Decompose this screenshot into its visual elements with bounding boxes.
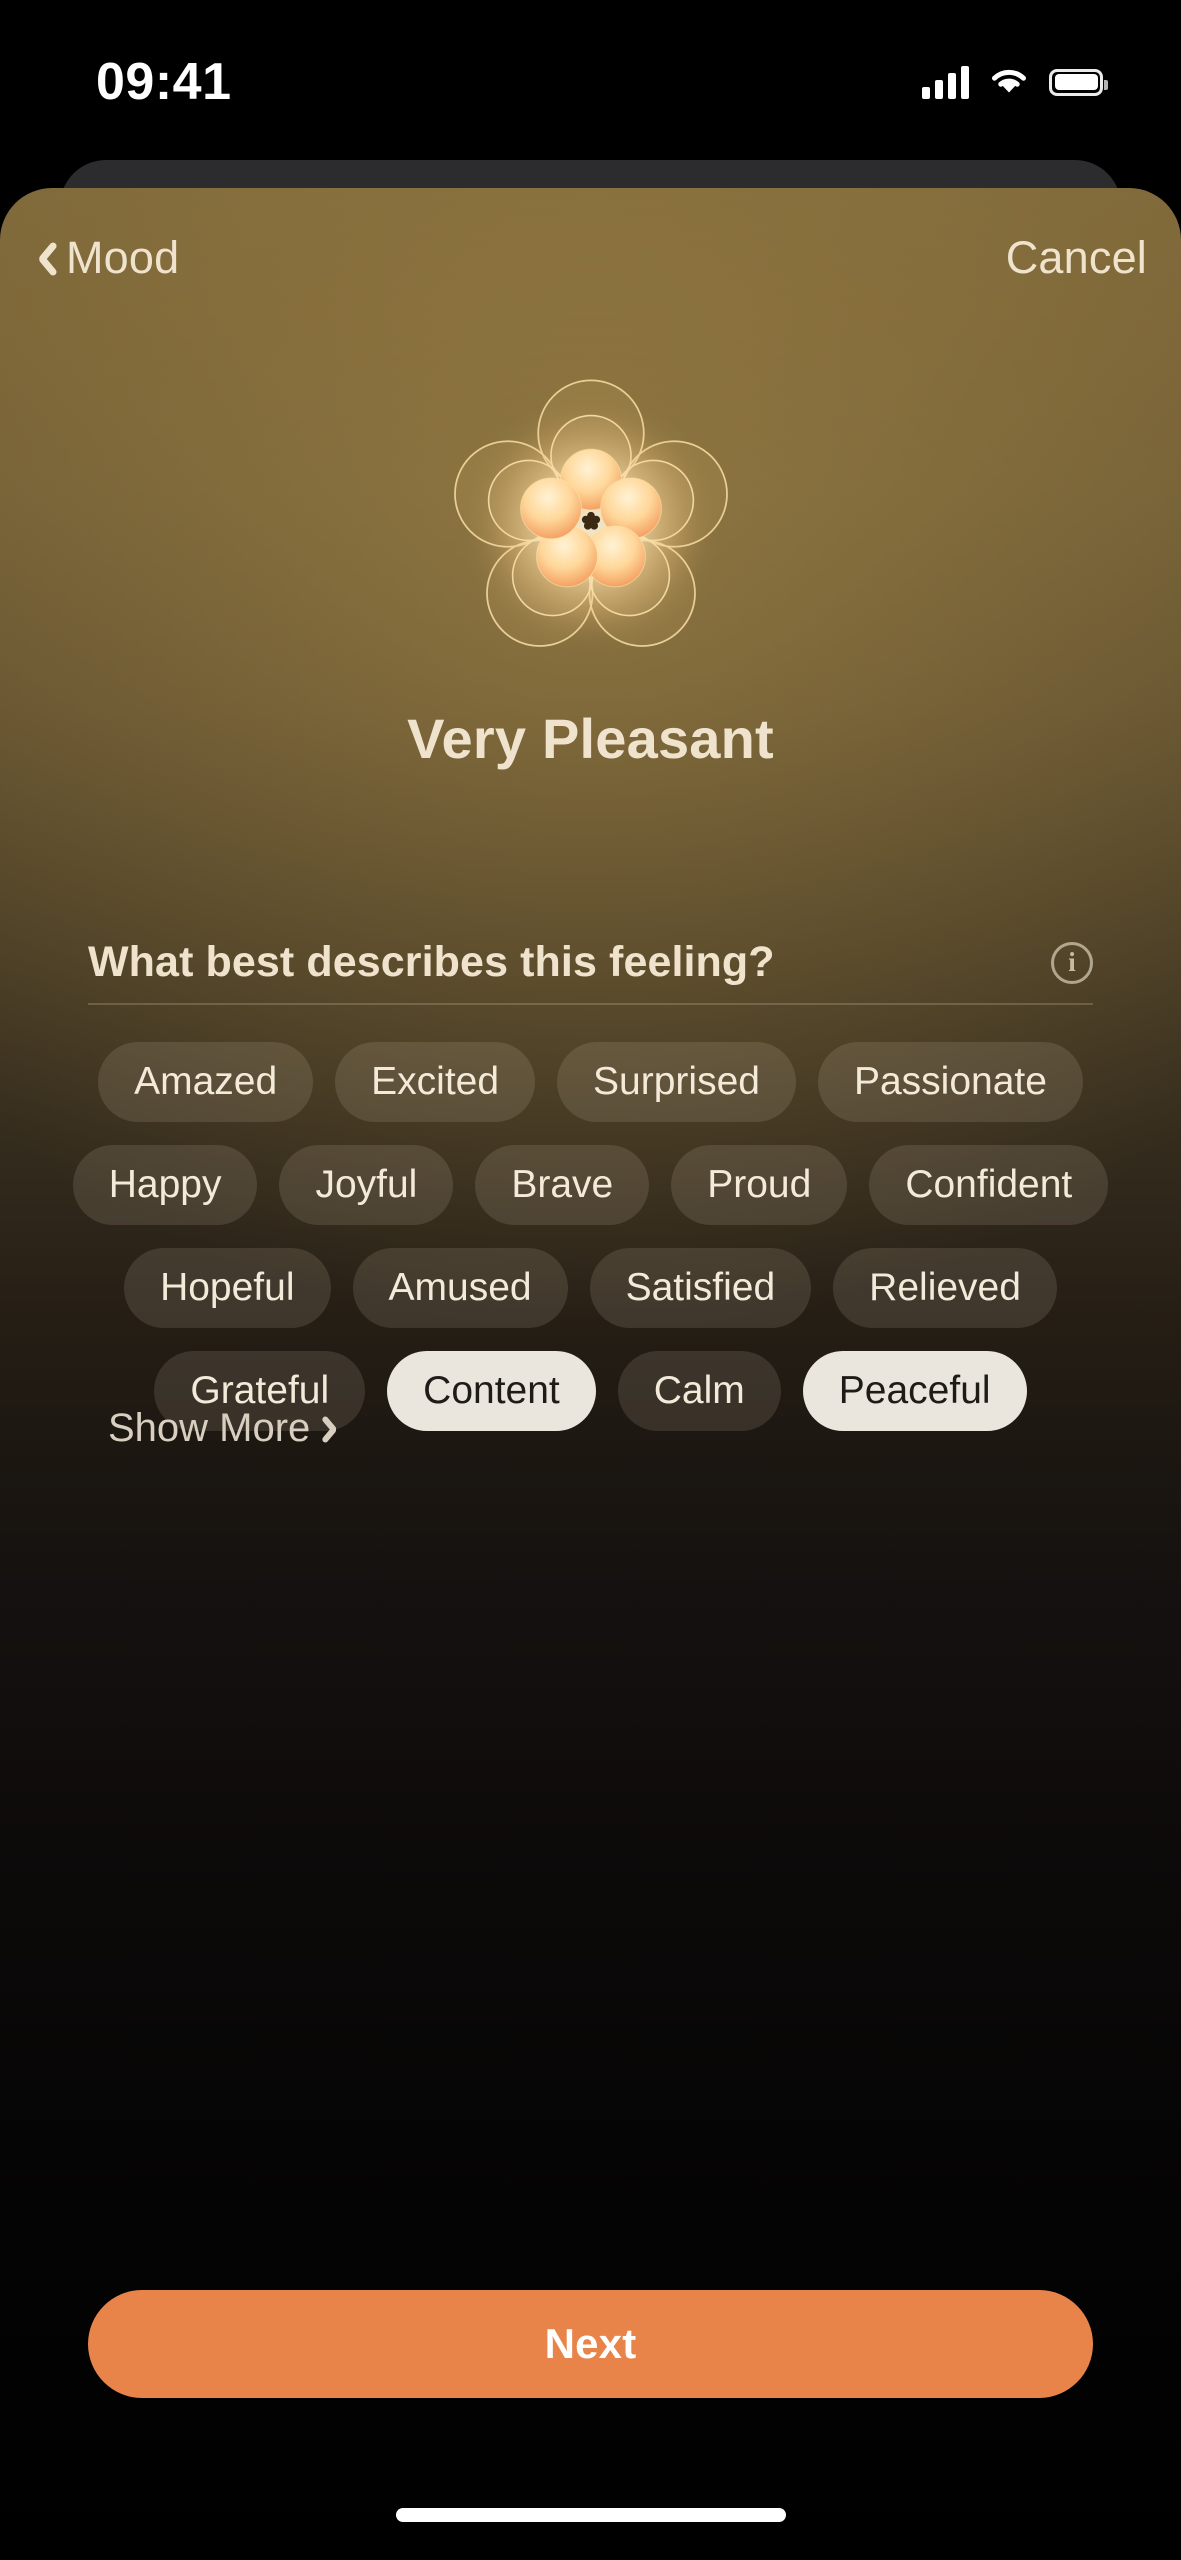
feeling-chip[interactable]: Passionate <box>817 1042 1083 1122</box>
feeling-chip[interactable]: Satisfied <box>589 1248 812 1328</box>
mood-graphic <box>0 358 1181 678</box>
home-indicator <box>395 2508 786 2522</box>
feeling-chip[interactable]: Proud <box>671 1145 848 1225</box>
mood-title: Very Pleasant <box>407 707 774 770</box>
show-more-label: Show More <box>108 1406 311 1450</box>
feeling-chip[interactable]: Happy <box>72 1145 258 1225</box>
flower-mood-icon <box>431 358 751 678</box>
feeling-chip[interactable]: Hopeful <box>124 1248 331 1328</box>
cellular-bars-icon <box>922 65 969 99</box>
status-bar-clock: 09:41 <box>96 53 232 111</box>
info-circle-icon[interactable]: i <box>1051 941 1093 984</box>
back-button-label: Mood <box>66 232 180 283</box>
chevron-left-icon <box>28 236 58 280</box>
feeling-chip[interactable]: Content <box>387 1351 596 1431</box>
feeling-chip-group: Amazed Excited Surprised Passionate Happy Joy… <box>60 1042 1121 1454</box>
mood-logging-sheet: Mood Cancel Very Pleasant What best desc… <box>0 188 1181 2560</box>
status-bar: 09:41 <box>0 0 1181 150</box>
chip-row: Happy Joyful Brave Proud Confident <box>60 1145 1121 1225</box>
feeling-chip[interactable]: Amused <box>352 1248 568 1328</box>
battery-icon <box>1049 68 1108 96</box>
navigation-bar: Mood Cancel <box>0 188 1181 328</box>
status-bar-indicators <box>922 65 1108 99</box>
feeling-chip[interactable]: Amazed <box>98 1042 314 1122</box>
feeling-chip[interactable]: Joyful <box>279 1145 454 1225</box>
wifi-icon <box>992 69 1026 93</box>
question-label: What best describes this feeling? <box>88 938 775 986</box>
feeling-chip[interactable]: Peaceful <box>802 1351 1027 1431</box>
chevron-right-icon <box>326 1412 346 1446</box>
cancel-button[interactable]: Cancel <box>1006 232 1147 284</box>
flower-center-star <box>581 511 600 530</box>
show-more-button[interactable]: Show More <box>108 1406 346 1451</box>
next-button[interactable]: Next <box>88 2290 1093 2398</box>
feeling-chip[interactable]: Confident <box>869 1145 1109 1225</box>
chip-row: Hopeful Amused Satisfied Relieved <box>60 1248 1121 1328</box>
feeling-chip[interactable]: Relieved <box>833 1248 1057 1328</box>
feeling-chip[interactable]: Surprised <box>557 1042 796 1122</box>
section-divider <box>88 1003 1093 1005</box>
chip-row: Amazed Excited Surprised Passionate <box>60 1042 1121 1122</box>
question-header: What best describes this feeling? i <box>88 938 1093 987</box>
feeling-chip[interactable]: Calm <box>617 1351 781 1431</box>
feeling-chip[interactable]: Brave <box>475 1145 650 1225</box>
feeling-chip[interactable]: Excited <box>335 1042 536 1122</box>
flower-inner-petals <box>519 448 662 588</box>
back-button[interactable]: Mood <box>28 232 179 284</box>
